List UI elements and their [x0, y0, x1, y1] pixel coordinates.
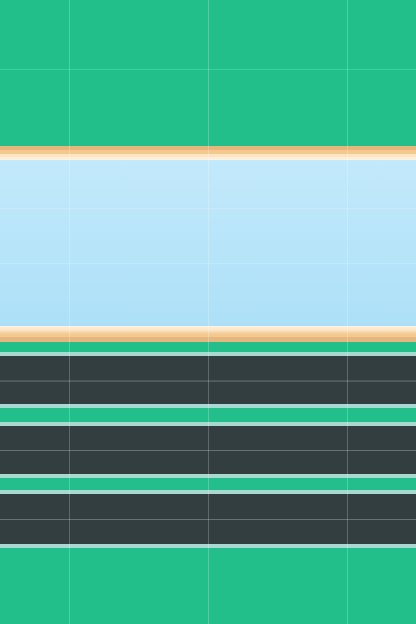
road-lane-1	[0, 352, 416, 408]
grass-zone-bottom	[0, 548, 416, 624]
shoreline-bottom	[0, 326, 416, 342]
lane-divider	[0, 380, 416, 381]
lane-divider	[0, 519, 416, 520]
water-zone	[0, 160, 416, 326]
grass-strip-3	[0, 478, 416, 490]
grass-zone-top	[0, 0, 416, 146]
game-board	[0, 0, 416, 624]
grass-strip-2	[0, 408, 416, 422]
road-lane-2	[0, 422, 416, 478]
shoreline-top	[0, 146, 416, 160]
road-lane-3	[0, 490, 416, 548]
lane-divider	[0, 450, 416, 451]
